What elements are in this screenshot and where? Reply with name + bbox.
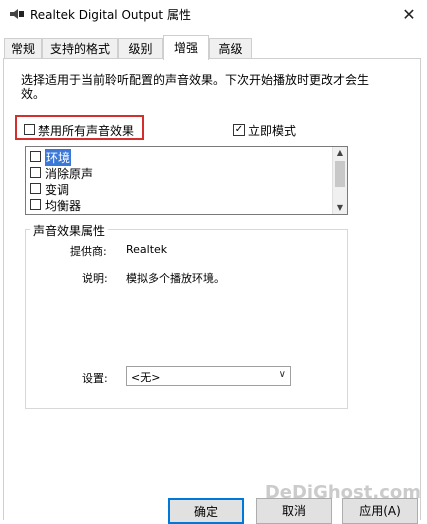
scroll-thumb[interactable]: [335, 161, 345, 187]
settings-dropdown[interactable]: <无> ∨: [126, 366, 291, 386]
close-icon: ✕: [402, 4, 416, 24]
settings-label: 设置:: [82, 372, 108, 385]
immediate-mode-label[interactable]: 立即模式: [248, 122, 296, 139]
tab-advanced[interactable]: 高级: [209, 38, 252, 58]
scroll-down-icon[interactable]: ▼: [333, 202, 347, 214]
chevron-down-icon: ∨: [278, 369, 286, 380]
disable-all-checkbox[interactable]: [24, 124, 35, 135]
disable-all-label[interactable]: 禁用所有声音效果: [38, 122, 134, 139]
watermark: DeDiGhost.com: [264, 482, 421, 503]
speaker-icon: [10, 9, 24, 19]
description-value: 模拟多个播放环境。: [126, 272, 225, 285]
window-title: Realtek Digital Output 属性: [30, 8, 191, 22]
effect-label: 变调: [45, 183, 70, 197]
effect-checkbox[interactable]: [30, 199, 41, 210]
tab-levels[interactable]: 级别: [118, 38, 163, 58]
effect-checkbox[interactable]: [30, 167, 41, 178]
provider-value: Realtek: [126, 243, 168, 256]
effect-checkbox[interactable]: [30, 183, 41, 194]
tab-enhancements[interactable]: 增强: [163, 35, 209, 60]
tab-general[interactable]: 常规: [4, 38, 42, 58]
effects-list[interactable]: 环境 消除原声 变调 均衡器 ▲ ▼: [25, 146, 348, 215]
effect-label: 消除原声: [45, 167, 94, 181]
immediate-mode-checkbox[interactable]: ✓: [233, 124, 245, 136]
effect-label: 均衡器: [45, 199, 82, 213]
description-label: 说明:: [82, 272, 108, 285]
scroll-up-icon[interactable]: ▲: [333, 147, 347, 159]
provider-label: 提供商:: [70, 245, 107, 258]
settings-value: <无>: [131, 371, 161, 384]
list-scrollbar[interactable]: ▲ ▼: [332, 147, 347, 214]
ok-button[interactable]: 确定: [168, 498, 244, 524]
effect-checkbox[interactable]: [30, 151, 41, 162]
group-title: 声音效果属性: [30, 222, 109, 239]
title-bar: Realtek Digital Output 属性 ✕: [0, 0, 427, 28]
close-button[interactable]: ✕: [391, 0, 427, 28]
intro-text: 选择适用于当前聆听配置的声音效果。下次开始播放时更改才会生效。: [21, 73, 370, 101]
tab-supported-formats[interactable]: 支持的格式: [42, 38, 118, 58]
effect-label: 环境: [45, 149, 72, 166]
check-icon: ✓: [234, 124, 244, 135]
